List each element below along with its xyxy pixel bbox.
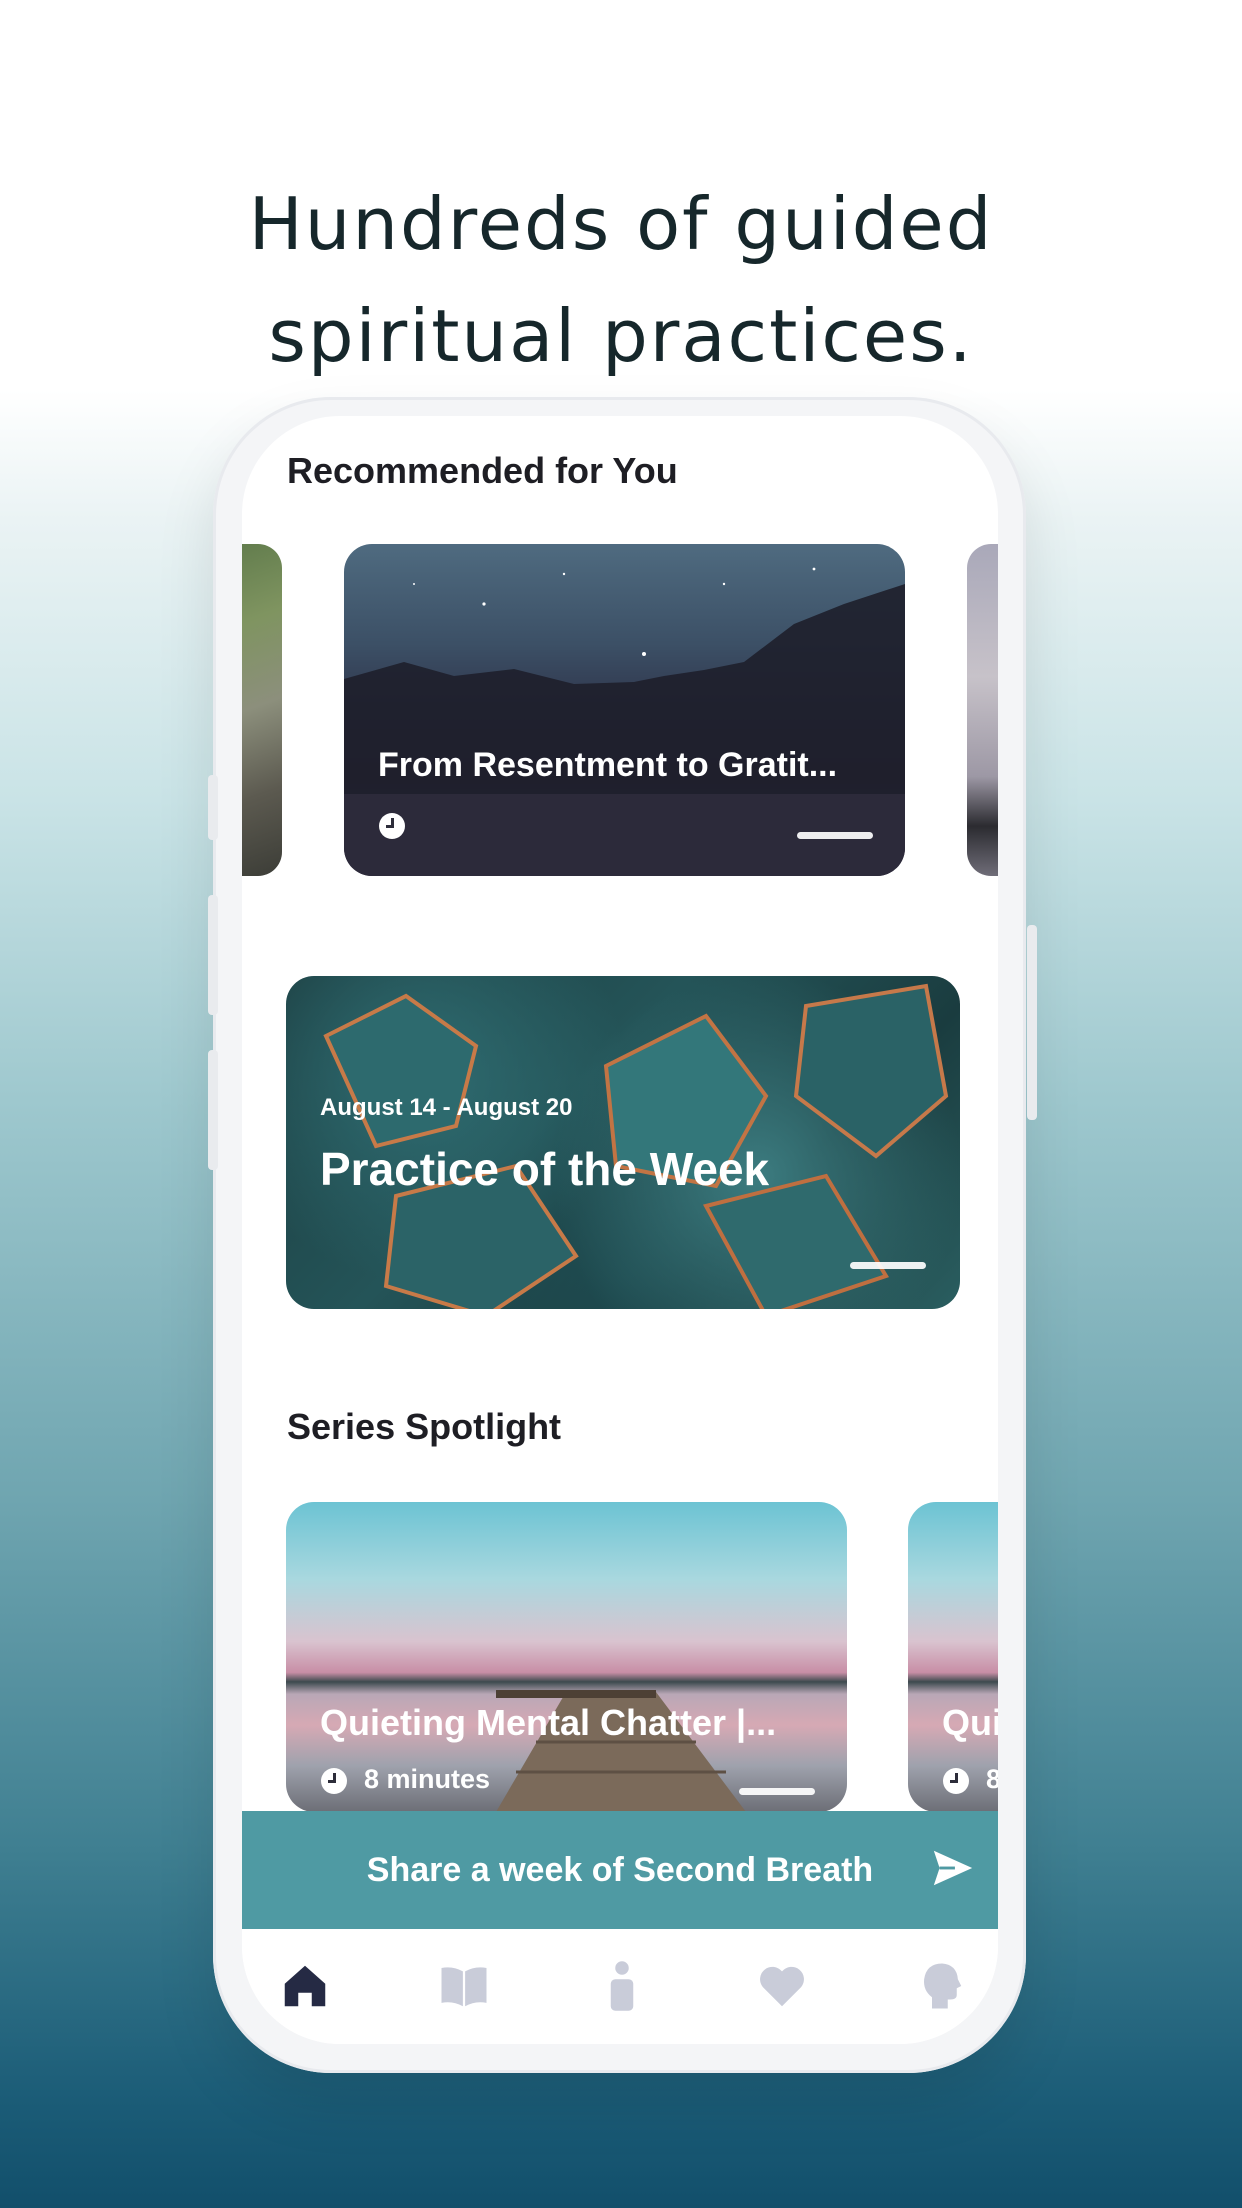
series-card-title: Quieting Mental Chatter |... <box>320 1702 777 1743</box>
book-icon <box>441 1967 487 2007</box>
head-icon <box>924 1963 962 2009</box>
tab-home[interactable] <box>278 1959 332 2013</box>
practice-title: Practice of the Week <box>320 1143 770 1195</box>
clock-icon <box>943 1768 969 1794</box>
section-title-series: Series Spotlight <box>287 1406 562 1447</box>
series-card-peek-duration: 8 <box>986 1764 998 1795</box>
progress-indicator <box>850 1262 926 1269</box>
clock-icon <box>379 813 405 839</box>
send-icon[interactable] <box>930 1845 976 1891</box>
progress-indicator <box>797 832 873 839</box>
headline-line-2: spiritual practices. <box>268 294 974 379</box>
series-card-peek-right[interactable]: Qui 8 <box>908 1502 998 1812</box>
headline-line-1: Hundreds of guided <box>248 182 994 267</box>
mountain-silhouette <box>344 567 905 876</box>
tab-profile[interactable] <box>914 1959 968 2013</box>
progress-indicator <box>739 1788 815 1795</box>
recommended-card-peek-left[interactable] <box>242 544 282 876</box>
share-banner-label: Share a week of Second Breath <box>366 1851 874 1889</box>
recommended-card-peek-right[interactable] <box>967 544 998 876</box>
recommended-card-title: From Resentment to Gratit... <box>378 746 838 784</box>
app-screen: Recommended for You From Resentment to G… <box>242 416 998 2044</box>
series-card-duration: 8 minutes <box>364 1764 491 1794</box>
series-card[interactable]: Quieting Mental Chatter |... 8 minutes <box>286 1502 847 1812</box>
series-card-peek-title: Qui <box>942 1702 998 1743</box>
practice-dates: August 14 - August 20 <box>320 1094 573 1121</box>
bottom-tab-bar <box>242 1929 998 2044</box>
share-banner[interactable]: Share a week of Second Breath <box>242 1811 998 1929</box>
recommended-card[interactable]: From Resentment to Gratit... <box>344 544 905 876</box>
phone-volume-down <box>208 1050 218 1170</box>
tab-practice[interactable] <box>595 1959 649 2013</box>
person-icon <box>610 1961 634 2011</box>
tab-favorites[interactable] <box>755 1959 809 2013</box>
section-title-recommended: Recommended for You <box>287 450 678 491</box>
headline: Hundreds of guided spiritual practices. <box>0 168 1242 392</box>
practice-of-the-week-card[interactable]: August 14 - August 20 Practice of the We… <box>286 976 960 1309</box>
phone-volume-up <box>208 895 218 1015</box>
clock-icon <box>321 1768 347 1794</box>
phone-power-button <box>1027 925 1037 1120</box>
heart-icon <box>760 1966 804 2007</box>
tab-library[interactable] <box>437 1959 491 2013</box>
home-icon <box>284 1965 326 2007</box>
phone-side-button <box>208 775 218 840</box>
